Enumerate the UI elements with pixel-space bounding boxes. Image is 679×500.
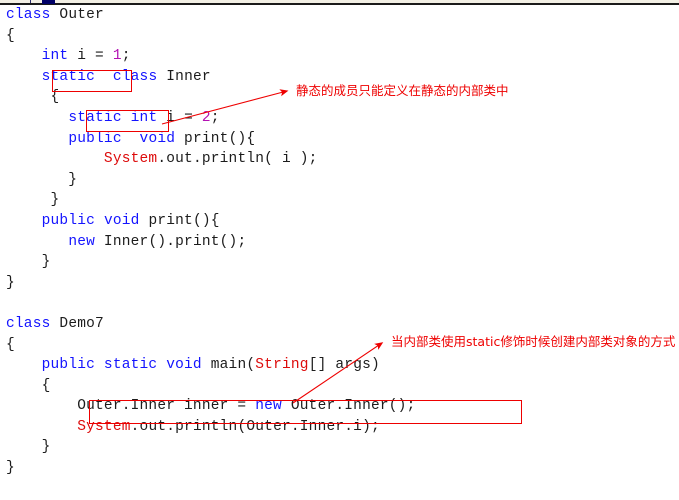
- code-token: class: [112, 68, 158, 85]
- code-token: public: [41, 212, 96, 229]
- code-token: }: [6, 460, 15, 477]
- code-token: i =: [68, 48, 113, 65]
- code-token: class: [6, 315, 60, 332]
- code-token: ;: [210, 109, 220, 126]
- code-token: void: [139, 130, 176, 147]
- code-token: int: [41, 48, 69, 65]
- code-token: print(){: [175, 130, 256, 147]
- code-line: public void print(){: [0, 211, 679, 232]
- code-token: new: [255, 398, 282, 415]
- code-token: public static void: [41, 357, 202, 374]
- java-code-block: class Outer{ int i = 1; static class Inn…: [0, 5, 679, 479]
- code-token: System: [77, 418, 131, 435]
- code-line: }: [0, 190, 679, 211]
- code-line: }: [0, 437, 679, 458]
- code-line: new Inner().print();: [0, 232, 679, 253]
- code-token: class: [6, 7, 60, 23]
- code-token: }: [6, 254, 51, 271]
- code-token: void: [103, 212, 140, 229]
- code-token: {: [6, 377, 51, 394]
- code-token: Inner().print();: [95, 233, 247, 250]
- code-token: [] args): [308, 357, 380, 374]
- code-token: 2: [201, 109, 211, 126]
- code-token: .out.println( i );: [157, 151, 318, 168]
- code-line: int i = 1;: [0, 46, 679, 67]
- code-token: new: [68, 233, 96, 250]
- code-token: }: [6, 439, 51, 456]
- code-line: }: [0, 170, 679, 191]
- code-token: }: [6, 192, 60, 209]
- code-token: Demo7: [59, 315, 104, 332]
- code-line: }: [0, 252, 679, 273]
- code-token: }: [6, 274, 15, 291]
- code-token: Outer.Inner inner =: [6, 398, 256, 415]
- code-line: }: [0, 458, 679, 479]
- code-token: {: [6, 336, 15, 353]
- code-annotation-page: class Outer{ int i = 1; static class Inn…: [0, 0, 679, 500]
- navy-position-marker: [42, 0, 55, 4]
- code-token: i =: [157, 109, 202, 126]
- code-line: Outer.Inner inner = new Outer.Inner();: [0, 396, 679, 417]
- code-line: System.out.println(Outer.Inner.i);: [0, 417, 679, 438]
- code-line: public static void main(String[] args): [0, 355, 679, 376]
- code-token: 1: [112, 48, 122, 65]
- code-token: main(: [201, 357, 256, 374]
- code-line: System.out.println( i );: [0, 149, 679, 170]
- code-token: {: [6, 27, 15, 44]
- code-token: {: [6, 89, 60, 106]
- code-token: .out.println(Outer.Inner.i);: [130, 418, 380, 435]
- code-token: print(){: [139, 212, 220, 229]
- code-token: ;: [121, 48, 131, 65]
- code-token: Outer.Inner();: [281, 398, 416, 415]
- code-token: }: [6, 171, 78, 188]
- code-token: int: [130, 109, 158, 126]
- annotation-note-static-members: 静态的成员只能定义在静态的内部类中: [296, 83, 509, 98]
- code-line: class Outer: [0, 5, 679, 26]
- code-token: Inner: [157, 68, 211, 85]
- code-token: static: [41, 68, 96, 85]
- code-line: }: [0, 273, 679, 294]
- code-line: public void print(){: [0, 129, 679, 150]
- code-line: {: [0, 376, 679, 397]
- annotation-note-static-inner-instantiation: 当内部类使用static修饰时候创建内部类对象的方式: [391, 334, 676, 349]
- code-token: String: [255, 357, 309, 374]
- code-token: System: [103, 151, 158, 168]
- code-token: Outer: [59, 7, 104, 23]
- code-token: public: [68, 130, 122, 147]
- code-line: static int i = 2;: [0, 108, 679, 129]
- code-line: {: [0, 26, 679, 47]
- code-token: static: [68, 109, 122, 126]
- code-line: class Demo7: [0, 314, 679, 335]
- ruler-tick: [30, 0, 31, 3]
